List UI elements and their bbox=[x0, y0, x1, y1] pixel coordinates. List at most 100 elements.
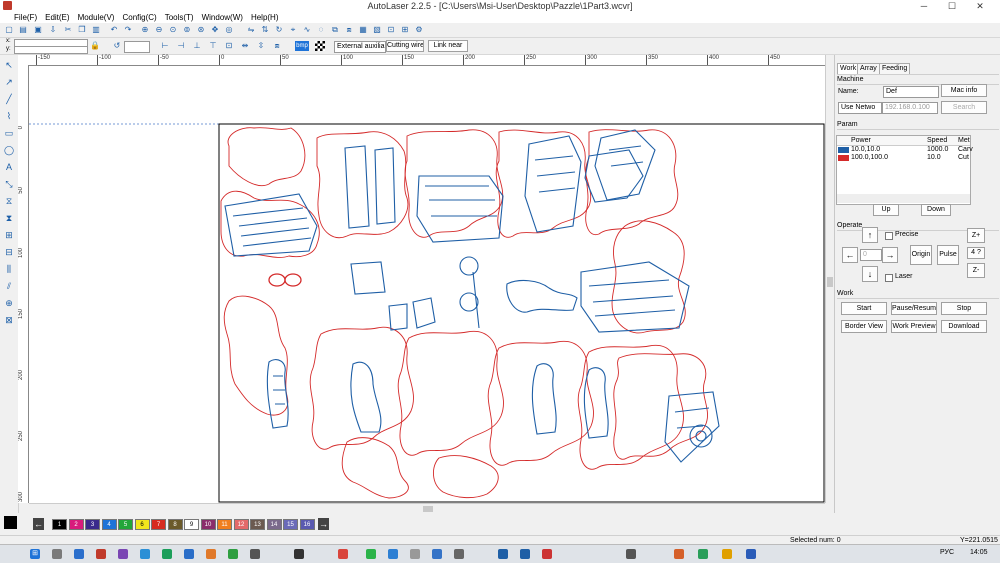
settings-icon[interactable]: ⚙ bbox=[414, 25, 424, 35]
pan-icon[interactable]: ✥ bbox=[210, 25, 220, 35]
taskbar-app-icon[interactable] bbox=[140, 549, 150, 559]
lock-ratio-icon[interactable]: 🔒 bbox=[90, 41, 100, 51]
taskbar-app-icon[interactable] bbox=[162, 549, 172, 559]
work-preview-button[interactable]: Work Preview bbox=[891, 320, 937, 333]
table-row[interactable]: 10.0,10.0 1000.0 Carv bbox=[837, 146, 973, 154]
layer-swatch-1[interactable]: 1 bbox=[52, 519, 67, 530]
mac-info-button[interactable]: Mac info bbox=[941, 84, 987, 97]
align-left-icon[interactable]: ⊢ bbox=[160, 41, 170, 51]
measure-tool-icon[interactable]: ⤡ bbox=[3, 178, 15, 190]
layer-swatch-7[interactable]: 7 bbox=[151, 519, 166, 530]
bmp-button[interactable]: bmp bbox=[295, 41, 309, 51]
zoom-fit-icon[interactable]: ⊙ bbox=[168, 25, 178, 35]
layer-swatch-16[interactable]: 16 bbox=[299, 519, 315, 530]
layer-swatch-4[interactable]: 4 bbox=[101, 519, 117, 530]
taskbar-app-icon[interactable] bbox=[228, 549, 238, 559]
pulse-button[interactable]: Pulse bbox=[937, 245, 959, 265]
search-button[interactable]: Search bbox=[941, 101, 987, 114]
close-curve-icon[interactable]: ◌ bbox=[316, 25, 326, 35]
distribute-h-icon[interactable]: ⫼ bbox=[3, 263, 15, 275]
y-position-input[interactable] bbox=[14, 46, 88, 54]
machine-name-dropdown[interactable]: Def bbox=[883, 86, 939, 98]
taskbar-app-icon[interactable] bbox=[698, 549, 708, 559]
laser-checkbox[interactable] bbox=[885, 274, 893, 282]
down-button[interactable]: Down bbox=[921, 204, 951, 216]
horizontal-scroll-thumb[interactable] bbox=[423, 506, 433, 512]
menu-module[interactable]: Module(V) bbox=[74, 12, 119, 23]
taskbar-app-icon[interactable] bbox=[74, 549, 84, 559]
taskbar-app-icon[interactable] bbox=[674, 549, 684, 559]
taskbar-app-icon[interactable] bbox=[388, 549, 398, 559]
layer-swatch-10[interactable]: 10 bbox=[200, 519, 216, 530]
move-down-button[interactable]: ↓ bbox=[862, 266, 878, 282]
align-v-tool-icon[interactable]: ⊞ bbox=[3, 229, 15, 241]
redo-icon[interactable]: ↷ bbox=[123, 25, 133, 35]
node-edit-icon[interactable]: ⌖ bbox=[288, 25, 298, 35]
rotate-icon[interactable]: ↻ bbox=[274, 25, 284, 35]
stop-button[interactable]: Stop bbox=[941, 302, 987, 315]
scroll-left-icon[interactable]: ← bbox=[33, 518, 44, 530]
mirror-tool-icon[interactable]: ⧖ bbox=[3, 195, 15, 207]
distribute-icon[interactable]: ⧈ bbox=[272, 41, 282, 51]
layer-swatch-13[interactable]: 13 bbox=[250, 519, 265, 530]
combine-icon[interactable]: ⧉ bbox=[330, 25, 340, 35]
tab-feeding[interactable]: Feeding bbox=[879, 63, 911, 74]
layer-swatch-6[interactable]: 6 bbox=[134, 519, 150, 530]
taskbar-app-icon[interactable] bbox=[498, 549, 508, 559]
grid-tool-icon[interactable]: ⊠ bbox=[3, 314, 15, 326]
group-icon[interactable]: ▦ bbox=[358, 25, 368, 35]
move-right-button[interactable]: → bbox=[882, 247, 898, 263]
layer-swatch-3[interactable]: 3 bbox=[85, 519, 100, 530]
menu-tools[interactable]: Tools(T) bbox=[161, 12, 198, 23]
taskbar-app-icon[interactable] bbox=[454, 549, 464, 559]
preview-icon[interactable]: ◎ bbox=[224, 25, 234, 35]
menu-config[interactable]: Config(C) bbox=[118, 12, 160, 23]
tab-array[interactable]: Array bbox=[857, 63, 880, 74]
start-button[interactable]: Start bbox=[841, 302, 887, 315]
align-top-icon[interactable]: ⊤ bbox=[208, 41, 218, 51]
layer-swatch-2[interactable]: 2 bbox=[68, 519, 84, 530]
language-indicator[interactable]: РУС bbox=[940, 549, 954, 556]
taskbar-app-icon[interactable] bbox=[626, 549, 636, 559]
import-icon[interactable]: ⇩ bbox=[48, 25, 58, 35]
taskbar-app-icon[interactable] bbox=[184, 549, 194, 559]
select-tool-icon[interactable]: ↖ bbox=[3, 59, 15, 71]
ungroup-icon[interactable]: ▧ bbox=[372, 25, 382, 35]
checker-icon[interactable] bbox=[315, 41, 325, 51]
zoom-in-icon[interactable]: ⊕ bbox=[140, 25, 150, 35]
taskbar-app-icon[interactable] bbox=[432, 549, 442, 559]
align-center-icon[interactable]: ⊣ bbox=[176, 41, 186, 51]
taskbar-app-icon[interactable] bbox=[118, 549, 128, 559]
line-tool-icon[interactable]: ╱ bbox=[3, 93, 15, 105]
taskbar-app-icon[interactable] bbox=[410, 549, 420, 559]
scroll-right-icon[interactable]: → bbox=[318, 518, 329, 530]
taskbar-app-icon[interactable] bbox=[722, 549, 732, 559]
taskbar-app-icon[interactable] bbox=[294, 549, 304, 559]
table-row[interactable]: 100.0,100.0 10.0 Cut bbox=[837, 154, 970, 162]
distribute-v-icon[interactable]: ⫽ bbox=[3, 280, 15, 292]
ellipse-tool-icon[interactable]: ◯ bbox=[3, 144, 15, 156]
z-down-button[interactable]: Z- bbox=[967, 263, 985, 278]
rectangle-tool-icon[interactable]: ▭ bbox=[3, 127, 15, 139]
cut-icon[interactable]: ✂ bbox=[63, 25, 73, 35]
polyline-tool-icon[interactable]: ⌇ bbox=[3, 110, 15, 122]
maximize-button[interactable]: ☐ bbox=[942, 0, 962, 12]
smooth-icon[interactable]: ∿ bbox=[302, 25, 312, 35]
z-up-button[interactable]: Z+ bbox=[967, 228, 985, 243]
link-near-button[interactable]: Link near bbox=[428, 40, 468, 52]
align-bottom-icon[interactable]: ⊡ bbox=[224, 41, 234, 51]
tab-work[interactable]: Work bbox=[837, 63, 860, 74]
network-mode-dropdown[interactable]: Use Netwo bbox=[838, 102, 882, 114]
drawing-canvas[interactable] bbox=[29, 66, 825, 503]
step-input[interactable]: 0 bbox=[860, 249, 882, 261]
align-h-tool-icon[interactable]: ⊟ bbox=[3, 246, 15, 258]
align-right-icon[interactable]: ⊥ bbox=[192, 41, 202, 51]
taskbar-app-icon[interactable] bbox=[520, 549, 530, 559]
mirror-v-icon[interactable]: ⇅ bbox=[260, 25, 270, 35]
download-button[interactable]: Download bbox=[941, 320, 987, 333]
save-icon[interactable]: ▣ bbox=[33, 25, 43, 35]
start-icon[interactable]: ⊞ bbox=[30, 549, 40, 559]
layer-swatch-12[interactable]: 12 bbox=[233, 519, 249, 530]
param-table-scrollbar[interactable] bbox=[837, 194, 970, 203]
break-icon[interactable]: ⧈ bbox=[344, 25, 354, 35]
